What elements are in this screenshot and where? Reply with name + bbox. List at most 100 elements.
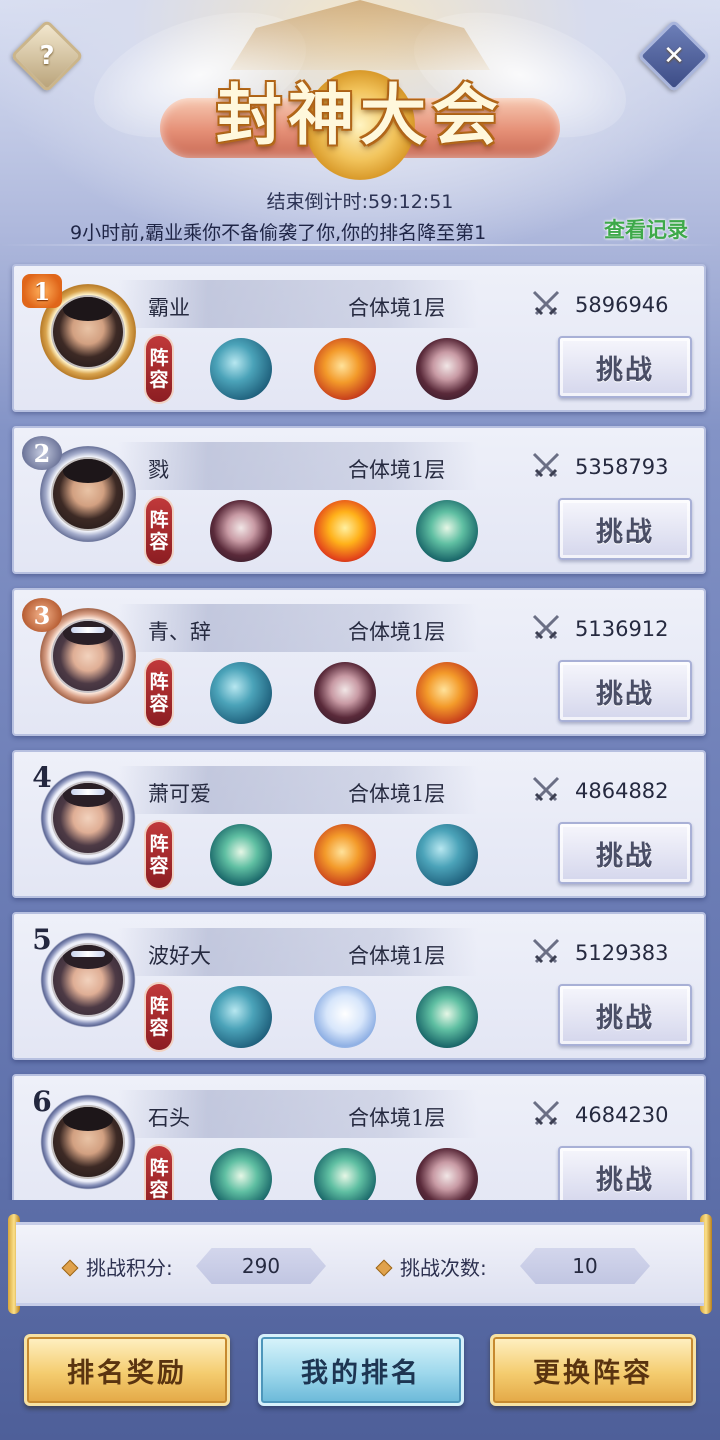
green-dragon-pet-icon[interactable] bbox=[314, 1148, 376, 1200]
green-dragon-pet-icon[interactable] bbox=[416, 500, 478, 562]
cultivation-realm: 合体境1层 bbox=[348, 782, 446, 806]
white-dragon-pet-icon[interactable] bbox=[314, 986, 376, 1048]
rank-badge: 4 bbox=[32, 760, 52, 794]
rank-badge: 2 bbox=[22, 436, 62, 470]
dark-dragon-pet-icon[interactable] bbox=[416, 1148, 478, 1200]
fire-dragon-pet-icon[interactable] bbox=[314, 338, 376, 400]
header-divider bbox=[0, 244, 720, 246]
challenge-score-label-text: 挑战积分: bbox=[86, 1256, 173, 1280]
challenge-button[interactable]: 挑战 bbox=[558, 984, 692, 1046]
crossed-swords-icon bbox=[530, 288, 562, 320]
avatar-hair bbox=[63, 945, 113, 969]
avatar bbox=[51, 943, 125, 1017]
lineup-tag: 阵容 bbox=[146, 498, 172, 564]
diamond-icon bbox=[61, 1259, 79, 1276]
palace-roof-decoration bbox=[230, 0, 490, 70]
lineup-tag-char: 容 bbox=[149, 369, 169, 391]
lineup-tag: 阵容 bbox=[146, 1146, 172, 1200]
challenge-button[interactable]: 挑战 bbox=[558, 498, 692, 560]
dark-dragon-pet-icon[interactable] bbox=[314, 662, 376, 724]
avatar bbox=[51, 1105, 125, 1179]
lineup-tag-char: 阵 bbox=[149, 995, 169, 1017]
green-dragon-pet-icon[interactable] bbox=[416, 986, 478, 1048]
challenge-button[interactable]: 挑战 bbox=[558, 822, 692, 884]
player-name: 青、辞 bbox=[148, 620, 211, 644]
rank-list[interactable]: 1 霸业 合体境1层 5896946 阵容挑战 2 戮合体境1层 5358793 阵容挑战 3 青、… bbox=[0, 262, 720, 1200]
challenge-button[interactable]: 挑战 bbox=[558, 1146, 692, 1200]
rank-badge: 3 bbox=[22, 598, 62, 632]
lineup-tag-char: 容 bbox=[149, 1179, 169, 1200]
challenge-count-label: 挑战次数: bbox=[375, 1252, 487, 1281]
crossed-swords-icon bbox=[530, 612, 562, 644]
lineup-tag-char: 阵 bbox=[149, 833, 169, 855]
avatar bbox=[51, 619, 125, 693]
cultivation-realm: 合体境1层 bbox=[348, 296, 446, 320]
rank-card: 6 石头 合体境1层 4684230 阵容 挑战 bbox=[12, 1074, 706, 1200]
whale-pet-icon[interactable] bbox=[416, 824, 478, 886]
challenge-score-label: 挑战积分: bbox=[61, 1252, 173, 1281]
player-name: 萧可爱 bbox=[148, 782, 211, 806]
combat-power: 5129383 bbox=[575, 941, 669, 965]
avatar-hair bbox=[63, 621, 113, 645]
lineup-tag: 阵容 bbox=[146, 660, 172, 726]
combat-power: 5358793 bbox=[575, 455, 669, 479]
player-name: 戮 bbox=[148, 458, 169, 482]
avatar-hair bbox=[63, 459, 113, 483]
dark-dragon-pet-icon[interactable] bbox=[210, 500, 272, 562]
close-icon: ✕ bbox=[663, 41, 685, 71]
whale-pet-icon[interactable] bbox=[210, 986, 272, 1048]
challenge-count-value: 10 bbox=[520, 1248, 650, 1284]
avatar-hair bbox=[63, 297, 113, 321]
lineup-tag-char: 阵 bbox=[149, 1157, 169, 1179]
lineup-tag-char: 容 bbox=[149, 855, 169, 877]
avatar-tiara bbox=[71, 627, 105, 633]
rank-badge: 5 bbox=[32, 922, 52, 956]
rank-card: 1 霸业 合体境1层 5896946 阵容 挑战 bbox=[12, 264, 706, 412]
crossed-swords-icon bbox=[530, 450, 562, 482]
challenge-button[interactable]: 挑战 bbox=[558, 336, 692, 398]
lineup-tag: 阵容 bbox=[146, 822, 172, 888]
green-dragon-pet-icon[interactable] bbox=[210, 824, 272, 886]
diamond-icon bbox=[375, 1259, 393, 1276]
whale-pet-icon[interactable] bbox=[210, 338, 272, 400]
rank-card: 5 波好大 合体境1层 5129383 阵容 挑战 bbox=[12, 912, 706, 1060]
lineup-tag-char: 阵 bbox=[149, 509, 169, 531]
green-dragon-pet-icon[interactable] bbox=[210, 1148, 272, 1200]
countdown-label: 结束倒计时: bbox=[266, 191, 369, 213]
change-lineup-button[interactable]: 更换阵容 bbox=[490, 1334, 696, 1406]
combat-power: 5896946 bbox=[575, 293, 669, 317]
avatar-tiara bbox=[71, 951, 105, 957]
rank-reward-button[interactable]: 排名奖励 bbox=[24, 1334, 230, 1406]
challenge-score-value: 290 bbox=[196, 1248, 326, 1284]
rank-card: 4 萧可爱 合体境1层 4864882 阵容 挑战 bbox=[12, 750, 706, 898]
combat-power: 4684230 bbox=[575, 1103, 669, 1127]
avatar bbox=[51, 295, 125, 369]
player-name: 波好大 bbox=[148, 944, 211, 968]
phoenix-pet-icon[interactable] bbox=[314, 500, 376, 562]
avatar-hair bbox=[63, 783, 113, 807]
lineup-tag: 阵容 bbox=[146, 984, 172, 1050]
rank-badge: 1 bbox=[22, 274, 62, 308]
avatar-hair bbox=[63, 1107, 113, 1131]
rank-badge: 6 bbox=[32, 1084, 52, 1118]
rank-card: 3 青、辞 合体境1层 5136912 阵容 挑战 bbox=[12, 588, 706, 736]
dark-dragon-pet-icon[interactable] bbox=[416, 338, 478, 400]
avatar bbox=[51, 457, 125, 531]
cultivation-realm: 合体境1层 bbox=[348, 458, 446, 482]
fire-dragon-pet-icon[interactable] bbox=[416, 662, 478, 724]
lineup-tag-char: 容 bbox=[149, 693, 169, 715]
avatar-tiara bbox=[71, 789, 105, 795]
crossed-swords-icon bbox=[530, 1098, 562, 1130]
battle-news: 9小时前,霸业乘你不备偷袭了你,你的排名降至第1 bbox=[70, 222, 487, 244]
crossed-swords-icon bbox=[530, 774, 562, 806]
player-name: 石头 bbox=[148, 1106, 190, 1130]
event-title: 封神大会 bbox=[216, 76, 504, 154]
challenge-button[interactable]: 挑战 bbox=[558, 660, 692, 722]
fire-dragon-pet-icon[interactable] bbox=[314, 824, 376, 886]
crossed-swords-icon bbox=[530, 936, 562, 968]
view-record-link[interactable]: 查看记录 bbox=[604, 214, 688, 244]
lineup-tag-char: 容 bbox=[149, 531, 169, 553]
lineup-tag-char: 阵 bbox=[149, 347, 169, 369]
whale-pet-icon[interactable] bbox=[210, 662, 272, 724]
my-rank-button[interactable]: 我的排名 bbox=[258, 1334, 464, 1406]
